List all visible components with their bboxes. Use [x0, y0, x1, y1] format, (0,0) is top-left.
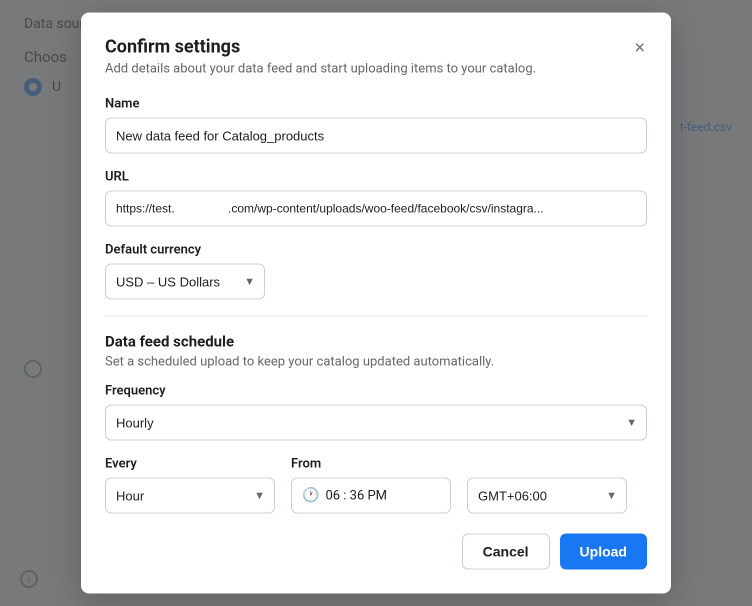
schedule-row: Every Hour 2 Hours 4 Hours 6 Hours 12 Ho…	[105, 457, 647, 514]
currency-label: Default currency	[105, 243, 647, 258]
name-input[interactable]	[105, 118, 647, 154]
every-select[interactable]: Hour 2 Hours 4 Hours 6 Hours 12 Hours	[105, 478, 275, 514]
time-value: 06 : 36 PM	[325, 488, 387, 503]
divider	[105, 316, 647, 317]
every-label: Every	[105, 457, 275, 472]
currency-select-wrapper: USD – US Dollars EUR – Euro GBP – Britis…	[105, 264, 265, 300]
modal-title: Confirm settings	[105, 37, 536, 58]
url-field-group: URL	[105, 170, 647, 227]
page-background: Data sources > Upload data feed Choos U …	[0, 0, 752, 606]
modal-header-text: Confirm settings Add details about your …	[105, 37, 536, 77]
every-select-wrapper: Hour 2 Hours 4 Hours 6 Hours 12 Hours ▼	[105, 478, 275, 514]
confirm-settings-modal: Confirm settings Add details about your …	[81, 13, 671, 594]
every-field-col: Every Hour 2 Hours 4 Hours 6 Hours 12 Ho…	[105, 457, 275, 514]
modal-footer: Cancel Upload	[105, 534, 647, 570]
url-input[interactable]	[105, 191, 647, 227]
clock-icon: 🕐	[302, 488, 319, 504]
from-label: From	[291, 457, 451, 472]
time-display[interactable]: 🕐 06 : 36 PM	[291, 478, 451, 514]
close-button[interactable]: ×	[632, 37, 647, 59]
name-label: Name	[105, 97, 647, 112]
modal-subtitle: Add details about your data feed and sta…	[105, 62, 536, 77]
name-field-group: Name	[105, 97, 647, 154]
url-label: URL	[105, 170, 647, 185]
timezone-select-wrapper: GMT+06:00 GMT+00:00 GMT-05:00 GMT+05:30 …	[467, 478, 627, 514]
schedule-title: Data feed schedule	[105, 333, 647, 351]
frequency-select[interactable]: Hourly Daily Weekly	[105, 405, 647, 441]
schedule-subtitle: Set a scheduled upload to keep your cata…	[105, 355, 647, 370]
currency-field-group: Default currency USD – US Dollars EUR – …	[105, 243, 647, 300]
upload-button[interactable]: Upload	[560, 534, 647, 570]
timezone-field-col: GMT+06:00 GMT+00:00 GMT-05:00 GMT+05:30 …	[467, 459, 627, 514]
cancel-button[interactable]: Cancel	[462, 534, 550, 570]
timezone-select[interactable]: GMT+06:00 GMT+00:00 GMT-05:00 GMT+05:30	[467, 478, 627, 514]
modal-header: Confirm settings Add details about your …	[105, 37, 647, 77]
frequency-select-wrapper: Hourly Daily Weekly ▼	[105, 405, 647, 441]
currency-select[interactable]: USD – US Dollars EUR – Euro GBP – Britis…	[105, 264, 265, 300]
from-field-col: From 🕐 06 : 36 PM	[291, 457, 451, 514]
frequency-field-group: Frequency Hourly Daily Weekly ▼	[105, 384, 647, 441]
frequency-label: Frequency	[105, 384, 647, 399]
